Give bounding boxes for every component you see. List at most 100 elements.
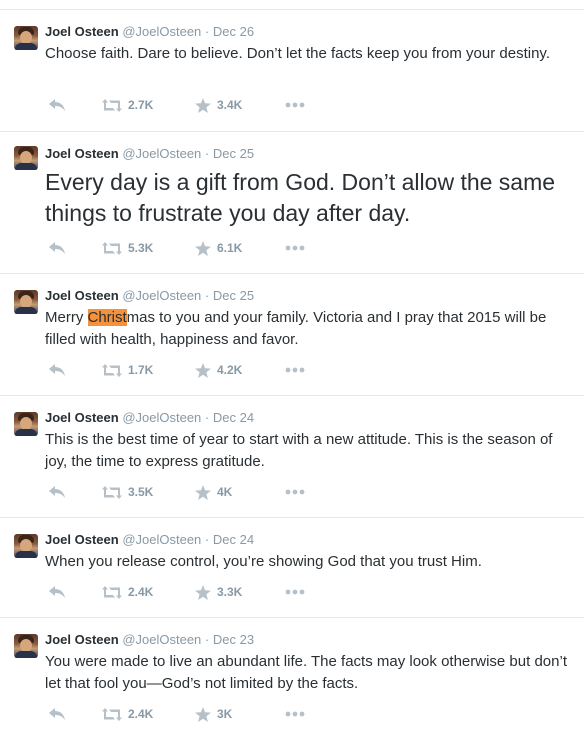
more-dots-icon (285, 711, 305, 717)
retweet-count: 2.4K (128, 585, 154, 599)
tweet[interactable]: Joel Osteen @JoelOsteen · Dec 26 Choose … (0, 10, 584, 132)
reply-button[interactable] (49, 97, 65, 113)
favorite-button[interactable]: 4K (195, 484, 232, 500)
separator: · (204, 532, 210, 547)
tweet[interactable]: Joel Osteen @JoelOsteen · Dec 25 Merry C… (0, 274, 584, 396)
tweet-text: Choose faith. Dare to believe. Don’t let… (45, 45, 550, 62)
star-icon (195, 584, 211, 600)
favorite-button[interactable]: 3.4K (195, 97, 242, 113)
more-button[interactable] (285, 362, 305, 378)
avatar[interactable] (14, 634, 38, 658)
author-handle[interactable]: @JoelOsteen (122, 146, 201, 161)
retweet-icon (102, 241, 122, 255)
more-button[interactable] (285, 706, 305, 722)
tweet-date[interactable]: Dec 24 (213, 410, 254, 425)
tweet-date[interactable]: Dec 26 (213, 24, 254, 39)
avatar[interactable] (14, 412, 38, 436)
author-name[interactable]: Joel Osteen (45, 632, 119, 647)
star-icon (195, 484, 211, 500)
favorite-button[interactable]: 3.3K (195, 584, 242, 600)
retweet-count: 2.7K (128, 98, 154, 112)
favorite-button[interactable]: 6.1K (195, 240, 242, 256)
favorite-count: 6.1K (217, 241, 243, 255)
more-button[interactable] (285, 97, 305, 113)
favorite-count: 3.4K (217, 98, 243, 112)
more-dots-icon (285, 589, 305, 595)
retweet-button[interactable]: 1.7K (102, 362, 153, 378)
author-name[interactable]: Joel Osteen (45, 410, 119, 425)
tweet[interactable]: Joel Osteen @JoelOsteen · Dec 23 You wer… (0, 618, 584, 742)
reply-icon (49, 242, 65, 254)
tweet-date[interactable]: Dec 25 (213, 288, 254, 303)
more-button[interactable] (285, 484, 305, 500)
author-name[interactable]: Joel Osteen (45, 532, 119, 547)
retweet-icon (102, 485, 122, 499)
avatar[interactable] (14, 290, 38, 314)
author-handle[interactable]: @JoelOsteen (122, 532, 201, 547)
tweet-text: This is the best time of year to start w… (45, 431, 553, 470)
avatar[interactable] (14, 534, 38, 558)
separator: · (204, 146, 210, 161)
favorite-count: 3K (217, 707, 233, 721)
retweet-count: 2.4K (128, 707, 154, 721)
author-name[interactable]: Joel Osteen (45, 146, 119, 161)
more-button[interactable] (285, 584, 305, 600)
retweet-button[interactable]: 2.4K (102, 584, 153, 600)
tweet-date[interactable]: Dec 23 (213, 632, 254, 647)
favorite-button[interactable]: 4.2K (195, 362, 242, 378)
reply-button[interactable] (49, 240, 65, 256)
retweet-count: 1.7K (128, 363, 154, 377)
retweet-icon (102, 363, 122, 377)
tweet-date[interactable]: Dec 24 (213, 532, 254, 547)
tweet[interactable]: Joel Osteen @JoelOsteen · Dec 24 When yo… (0, 518, 584, 618)
retweet-count: 3.5K (128, 485, 154, 499)
avatar[interactable] (14, 26, 38, 50)
retweet-count: 5.3K (128, 241, 154, 255)
tweet-text: Merry Christmas to you and your family. … (45, 307, 575, 351)
retweet-button[interactable]: 2.7K (102, 97, 153, 113)
tweet[interactable]: Joel Osteen @JoelOsteen · Dec 24 This is… (0, 396, 584, 518)
author-name[interactable]: Joel Osteen (45, 288, 119, 303)
tweet-date[interactable]: Dec 25 (213, 146, 254, 161)
reply-button[interactable] (49, 706, 65, 722)
reply-icon (49, 364, 65, 376)
tweet[interactable]: Joel Osteen @JoelOsteen · Dec 25 Every d… (0, 132, 584, 274)
author-handle[interactable]: @JoelOsteen (122, 24, 201, 39)
star-icon (195, 97, 211, 113)
separator: · (204, 24, 210, 39)
reply-icon (49, 586, 65, 598)
author-handle[interactable]: @JoelOsteen (122, 632, 201, 647)
separator: · (204, 288, 210, 303)
tweet-text-part: Merry (45, 309, 88, 326)
reply-icon (49, 99, 65, 111)
tweet-header: Joel Osteen @JoelOsteen · Dec 24 (45, 410, 254, 426)
reply-button[interactable] (49, 484, 65, 500)
retweet-icon (102, 585, 122, 599)
favorite-button[interactable]: 3K (195, 706, 232, 722)
retweet-button[interactable]: 5.3K (102, 240, 153, 256)
favorite-count: 4K (217, 485, 233, 499)
tweet-text: Every day is a gift from God. Don’t allo… (45, 169, 556, 226)
more-dots-icon (285, 245, 305, 251)
star-icon (195, 706, 211, 722)
author-handle[interactable]: @JoelOsteen (122, 410, 201, 425)
tweet-header: Joel Osteen @JoelOsteen · Dec 24 (45, 532, 254, 548)
reply-button[interactable] (49, 362, 65, 378)
author-name[interactable]: Joel Osteen (45, 24, 119, 39)
retweet-button[interactable]: 3.5K (102, 484, 153, 500)
retweet-icon (102, 707, 122, 721)
tweet-text: When you release control, you’re showing… (45, 553, 482, 570)
author-handle[interactable]: @JoelOsteen (122, 288, 201, 303)
more-dots-icon (285, 102, 305, 108)
retweet-icon (102, 98, 122, 112)
retweet-button[interactable]: 2.4K (102, 706, 153, 722)
separator: · (204, 632, 210, 647)
separator: · (204, 410, 210, 425)
avatar[interactable] (14, 146, 38, 170)
tweet-timeline: Joel Osteen @JoelOsteen · Dec 26 Choose … (0, 0, 584, 742)
more-button[interactable] (285, 240, 305, 256)
reply-button[interactable] (49, 584, 65, 600)
reply-icon (49, 708, 65, 720)
favorite-count: 4.2K (217, 363, 243, 377)
tweet-header: Joel Osteen @JoelOsteen · Dec 25 (45, 146, 254, 162)
